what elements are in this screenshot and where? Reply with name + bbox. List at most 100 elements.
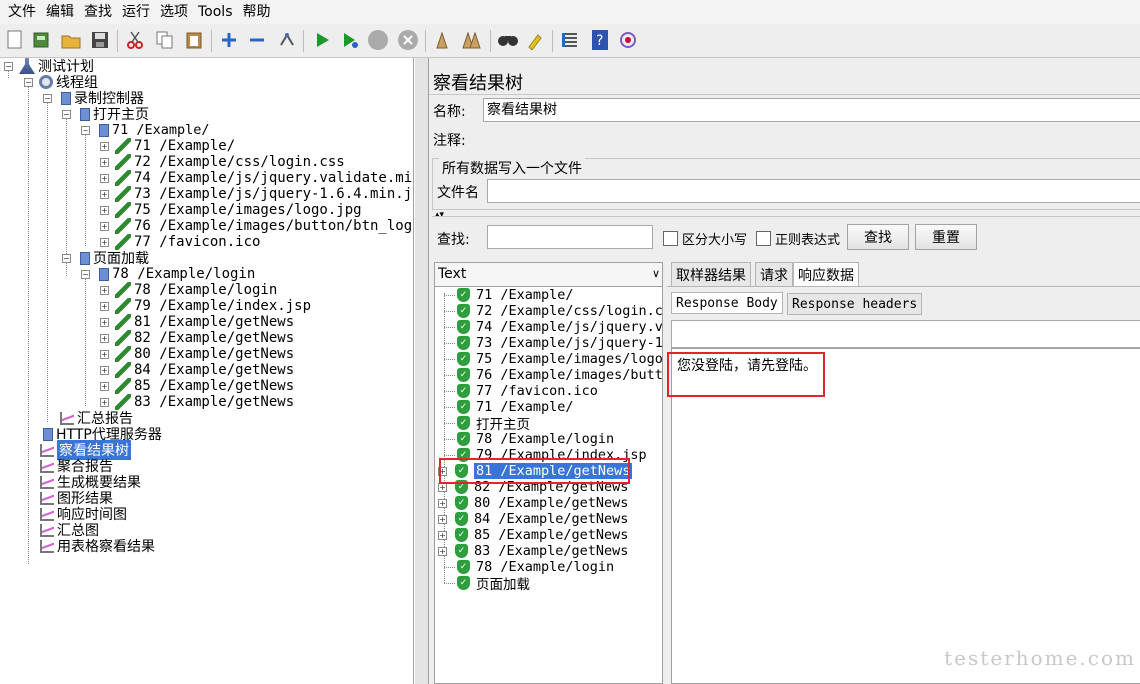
menu-search[interactable]: 查找	[79, 0, 117, 24]
result-item[interactable]: + ✓ 84 /Example/getNews	[438, 511, 628, 527]
tree-node-sampler[interactable]: +81 /Example/getNews	[100, 314, 294, 330]
expand-icon[interactable]: +	[100, 397, 109, 407]
tree-node-sampler[interactable]: +85 /Example/getNews	[100, 378, 294, 394]
new-icon[interactable]	[4, 29, 26, 51]
result-item[interactable]: ✓ 77 /favicon.ico	[444, 383, 598, 399]
expand-icon[interactable]: +	[100, 205, 109, 215]
regex-checkbox[interactable]: 正则表达式	[756, 229, 840, 248]
collapse-icon[interactable]: −	[43, 93, 52, 103]
menu-edit[interactable]: 编辑	[41, 0, 79, 24]
clear-all-icon[interactable]	[461, 29, 483, 51]
chevron-down-icon[interactable]: ∨	[652, 263, 660, 285]
collapse-icon[interactable]: −	[4, 61, 13, 71]
main-splitter[interactable]	[415, 58, 428, 684]
stop-icon[interactable]	[367, 29, 389, 51]
expand-icon[interactable]: +	[100, 173, 109, 183]
expand-icon[interactable]: +	[100, 189, 109, 199]
tab-response-data[interactable]: 响应数据	[793, 262, 859, 286]
result-item[interactable]: ✓ 78 /Example/login	[444, 431, 614, 447]
result-item[interactable]: ✓ 打开主页	[444, 415, 530, 433]
shutdown-icon[interactable]	[397, 29, 419, 51]
tree-node-page-load[interactable]: − 页面加载	[62, 250, 149, 267]
expand-icon[interactable]: +	[100, 221, 109, 231]
tree-node-sampler[interactable]: +79 /Example/index.jsp	[100, 298, 311, 314]
tree-node-sampler[interactable]: +76 /Example/images/button/btn_login	[100, 218, 413, 234]
tree-node-transaction[interactable]: − 78 /Example/login	[81, 266, 255, 282]
collapse-icon[interactable]: −	[24, 77, 33, 87]
tree-node-transaction[interactable]: − 71 /Example/	[81, 122, 210, 138]
function-helper-icon[interactable]	[559, 29, 581, 51]
result-item[interactable]: ✓ 71 /Example/	[444, 287, 574, 303]
cut-icon[interactable]	[124, 29, 146, 51]
tree-node-view-results-table[interactable]: 用表格察看结果	[40, 538, 155, 555]
expand-icon[interactable]: +	[100, 381, 109, 391]
subtab-response-body[interactable]: Response Body	[671, 292, 783, 314]
menu-help[interactable]: 帮助	[238, 0, 276, 24]
templates-icon[interactable]	[30, 29, 52, 51]
expand-icon[interactable]: +	[100, 317, 109, 327]
menu-run[interactable]: 运行	[117, 0, 155, 24]
tree-node-sampler[interactable]: +72 /Example/css/login.css	[100, 154, 345, 170]
search-icon[interactable]	[497, 29, 519, 51]
result-item[interactable]: ✓ 74 /Example/js/jquery.v	[444, 319, 662, 335]
reset-search-icon[interactable]	[524, 29, 546, 51]
expand-icon[interactable]: +	[100, 333, 109, 343]
collapse-icon[interactable]: −	[81, 269, 90, 279]
name-field[interactable]: 察看结果树	[483, 98, 1140, 122]
expand-icon[interactable]: +	[438, 498, 447, 508]
result-item[interactable]: ✓ 72 /Example/css/login.c	[444, 303, 662, 319]
expand-icon[interactable]: +	[438, 546, 447, 556]
result-item[interactable]: ✓ 页面加载	[444, 575, 530, 593]
renderer-select[interactable]: Text ∨	[435, 263, 662, 287]
find-button[interactable]: 查找	[847, 224, 909, 250]
expand-icon[interactable]: +	[100, 301, 109, 311]
copy-icon[interactable]	[154, 29, 176, 51]
reset-button[interactable]: 重置	[915, 224, 977, 250]
start-no-pause-icon[interactable]	[339, 29, 361, 51]
expand-icon[interactable]: +	[100, 141, 109, 151]
comment-field[interactable]	[479, 126, 1140, 150]
checkbox-box[interactable]	[756, 231, 771, 246]
expand-icon[interactable]: +	[100, 365, 109, 375]
result-item[interactable]: + ✓ 80 /Example/getNews	[438, 495, 628, 511]
menu-tools[interactable]: Tools	[193, 0, 238, 24]
open-icon[interactable]	[60, 29, 82, 51]
collapse-icon[interactable]: −	[62, 109, 71, 119]
subtab-response-headers[interactable]: Response headers	[787, 293, 923, 315]
expand-icon[interactable]: +	[438, 530, 447, 540]
tree-node-sampler[interactable]: +74 /Example/js/jquery.validate.min.	[100, 170, 413, 186]
result-item[interactable]: ✓ 73 /Example/js/jquery-1	[444, 335, 662, 351]
collapse-icon[interactable]: −	[62, 253, 71, 263]
tree-node-sampler[interactable]: +73 /Example/js/jquery-1.6.4.min.js	[100, 186, 413, 202]
tree-node-sampler[interactable]: +80 /Example/getNews	[100, 346, 294, 362]
result-item[interactable]: + ✓ 83 /Example/getNews	[438, 543, 628, 559]
test-plan-tree[interactable]: − 测试计划 − 线程组 − 录制控制器 − 打开主页 − 71 /Exampl…	[0, 58, 414, 684]
tree-node-sampler[interactable]: +75 /Example/images/logo.jpg	[100, 202, 362, 218]
tree-node-sampler[interactable]: +71 /Example/	[100, 138, 235, 154]
expand-icon[interactable]	[218, 29, 240, 51]
toggle-icon[interactable]	[276, 29, 298, 51]
tab-request[interactable]: 请求	[755, 262, 793, 286]
checkbox-box[interactable]	[663, 231, 678, 246]
menu-file[interactable]: 文件	[3, 0, 41, 24]
collapse-icon[interactable]: −	[81, 125, 90, 135]
response-search-field[interactable]	[671, 320, 1140, 348]
expand-icon[interactable]: +	[100, 237, 109, 247]
result-item[interactable]: ✓ 76 /Example/images/butt	[444, 367, 662, 383]
collapse-icon[interactable]	[246, 29, 268, 51]
tree-node-open-home[interactable]: − 打开主页	[62, 106, 149, 123]
expand-icon[interactable]: +	[438, 514, 447, 524]
expand-icon[interactable]: +	[100, 157, 109, 167]
tab-sampler-result[interactable]: 取样器结果	[671, 262, 751, 286]
filename-field[interactable]	[487, 179, 1140, 203]
expand-icon[interactable]: +	[100, 285, 109, 295]
response-body[interactable]: 您没登陆，请先登陆。	[671, 348, 1140, 684]
start-icon[interactable]	[311, 29, 333, 51]
tree-node-sampler[interactable]: +82 /Example/getNews	[100, 330, 294, 346]
save-icon[interactable]	[89, 29, 111, 51]
paste-icon[interactable]	[183, 29, 205, 51]
remote-icon[interactable]	[617, 29, 639, 51]
case-sensitive-checkbox[interactable]: 区分大小写	[663, 229, 747, 248]
result-item[interactable]: + ✓ 85 /Example/getNews	[438, 527, 628, 543]
tree-node-sampler[interactable]: +78 /Example/login	[100, 282, 277, 298]
